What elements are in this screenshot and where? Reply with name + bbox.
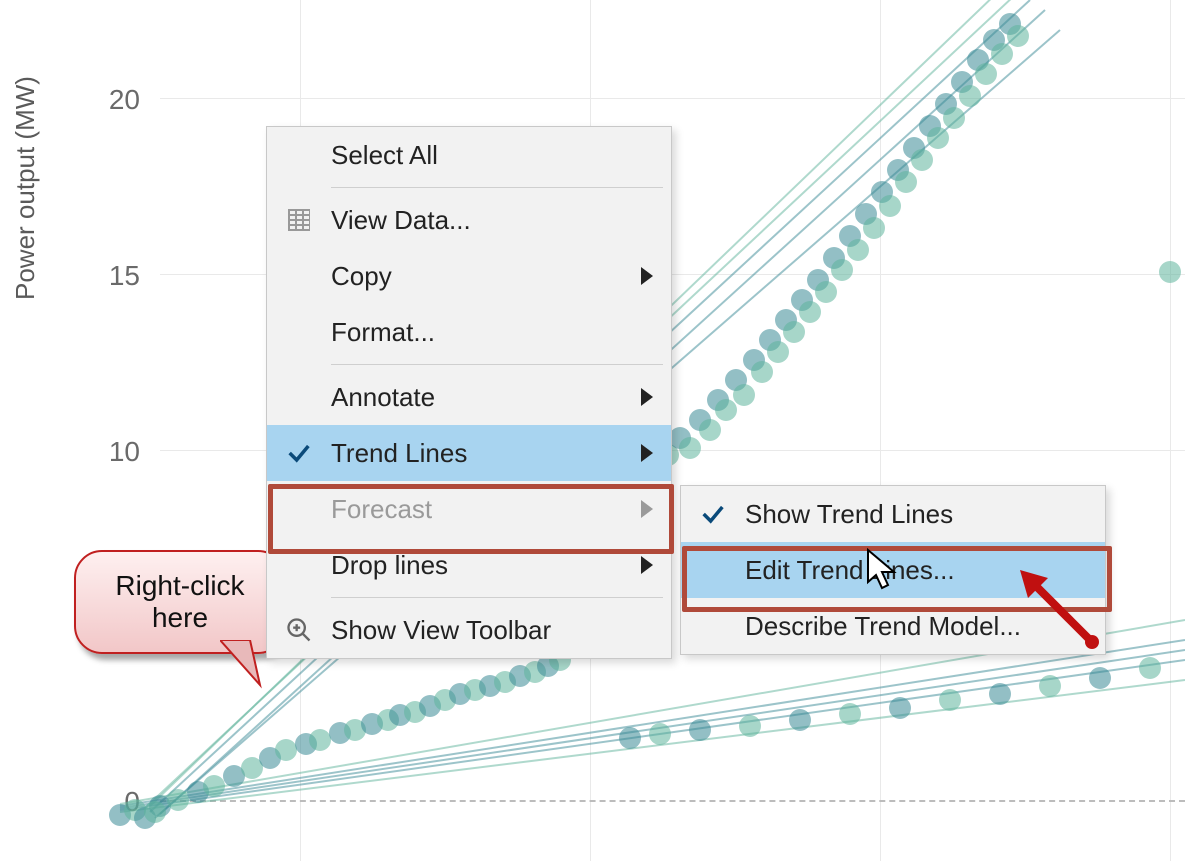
- magnifier-plus-icon: [267, 616, 331, 644]
- menu-item-view-data[interactable]: View Data...: [267, 192, 671, 248]
- callout-text: Right-click here: [115, 570, 244, 634]
- annotation-arrow-icon: [1020, 570, 1100, 650]
- chevron-right-icon: [641, 444, 653, 462]
- check-icon: [267, 439, 331, 467]
- menu-item-select-all[interactable]: Select All: [267, 127, 671, 183]
- menu-separator: [331, 364, 663, 365]
- menu-label: Show Trend Lines: [745, 499, 1087, 530]
- menu-label: Format...: [331, 317, 653, 348]
- menu-label: Copy: [331, 261, 641, 292]
- menu-separator: [331, 187, 663, 188]
- menu-item-annotate[interactable]: Annotate: [267, 369, 671, 425]
- check-icon: [681, 500, 745, 528]
- menu-label: View Data...: [331, 205, 653, 236]
- menu-item-forecast: Forecast: [267, 481, 671, 537]
- menu-label: Show View Toolbar: [331, 615, 653, 646]
- context-menu[interactable]: Select All View Data... Copy Format... A…: [266, 126, 672, 659]
- chevron-right-icon: [641, 500, 653, 518]
- menu-label: Select All: [331, 140, 653, 171]
- menu-item-trend-lines[interactable]: Trend Lines: [267, 425, 671, 481]
- callout-right-click-here: Right-click here: [74, 550, 286, 654]
- menu-item-copy[interactable]: Copy: [267, 248, 671, 304]
- menu-item-format[interactable]: Format...: [267, 304, 671, 360]
- menu-item-drop-lines[interactable]: Drop lines: [267, 537, 671, 593]
- menu-item-show-view-toolbar[interactable]: Show View Toolbar: [267, 602, 671, 658]
- menu-separator: [331, 597, 663, 598]
- chevron-right-icon: [641, 556, 653, 574]
- chevron-right-icon: [641, 267, 653, 285]
- menu-label: Trend Lines: [331, 438, 641, 469]
- menu-label: Forecast: [331, 494, 641, 525]
- menu-label: Annotate: [331, 382, 641, 413]
- data-grid-icon: [267, 209, 331, 231]
- submenu-item-show-trend-lines[interactable]: Show Trend Lines: [681, 486, 1105, 542]
- menu-label: Drop lines: [331, 550, 641, 581]
- chevron-right-icon: [641, 388, 653, 406]
